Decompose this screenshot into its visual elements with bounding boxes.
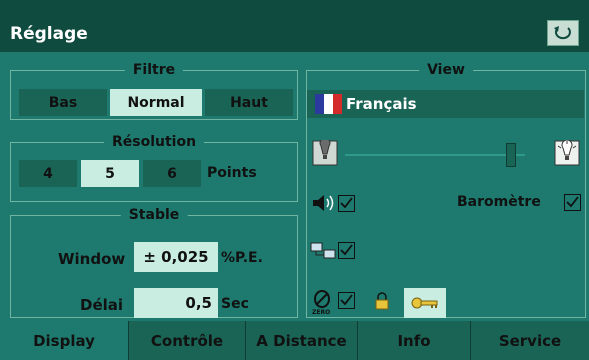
france-flag-icon [315,94,342,114]
brightness-slider-track[interactable] [345,154,525,156]
brightness-low-icon [312,140,338,166]
network-checkbox[interactable] [338,242,355,259]
filtre-option-haut[interactable]: Haut [205,89,293,116]
back-button[interactable] [547,20,579,46]
check-mark-icon [566,196,579,208]
resolution-option-6[interactable]: 6 [143,160,201,187]
filtre-option-normal[interactable]: Normal [110,89,202,116]
lock-icon [375,292,389,310]
language-selector[interactable]: Français [307,90,584,118]
resolution-option-4[interactable]: 4 [19,160,77,187]
check-mark-icon [340,244,353,256]
delai-label: Délai [80,296,124,314]
speaker-icon [313,195,334,211]
window-title: Réglage [10,24,88,44]
check-mark-icon [340,197,353,209]
tab-info[interactable]: Info [357,321,470,360]
title-bar [0,0,589,52]
view-legend: View [419,62,473,78]
tab-service[interactable]: Service [470,321,589,360]
filtre-option-bas[interactable]: Bas [19,89,107,116]
tab-a-distance[interactable]: A Distance [245,321,357,360]
brightness-slider-thumb[interactable] [505,143,516,167]
filtre-legend: Filtre [124,62,184,78]
check-mark-icon [340,294,353,306]
key-icon [411,297,438,309]
tab-display[interactable]: Display [0,321,128,360]
resolution-unit-label: Points [207,165,257,181]
barometre-label: Baromètre [457,194,541,210]
language-label: Français [346,95,417,113]
stable-legend: Stable [120,207,188,223]
resolution-option-5[interactable]: 5 [81,160,139,187]
barometre-checkbox[interactable] [564,194,581,211]
brightness-high-icon [554,140,580,166]
delai-unit-label: Sec [221,296,249,312]
resolution-legend: Résolution [103,134,205,150]
network-icon [310,242,336,259]
window-label: Window [58,250,126,268]
zero-label: ZERO [312,309,331,316]
window-unit-label: %P.E. [221,250,263,266]
sound-checkbox[interactable] [338,195,355,212]
zero-checkbox[interactable] [338,292,355,309]
key-button[interactable] [404,288,446,318]
window-value-field[interactable]: ± 0,025 [134,242,218,272]
delai-value-field[interactable]: 0,5 [134,288,218,318]
tab-controle[interactable]: Contrôle [128,321,245,360]
undo-icon [554,26,571,40]
